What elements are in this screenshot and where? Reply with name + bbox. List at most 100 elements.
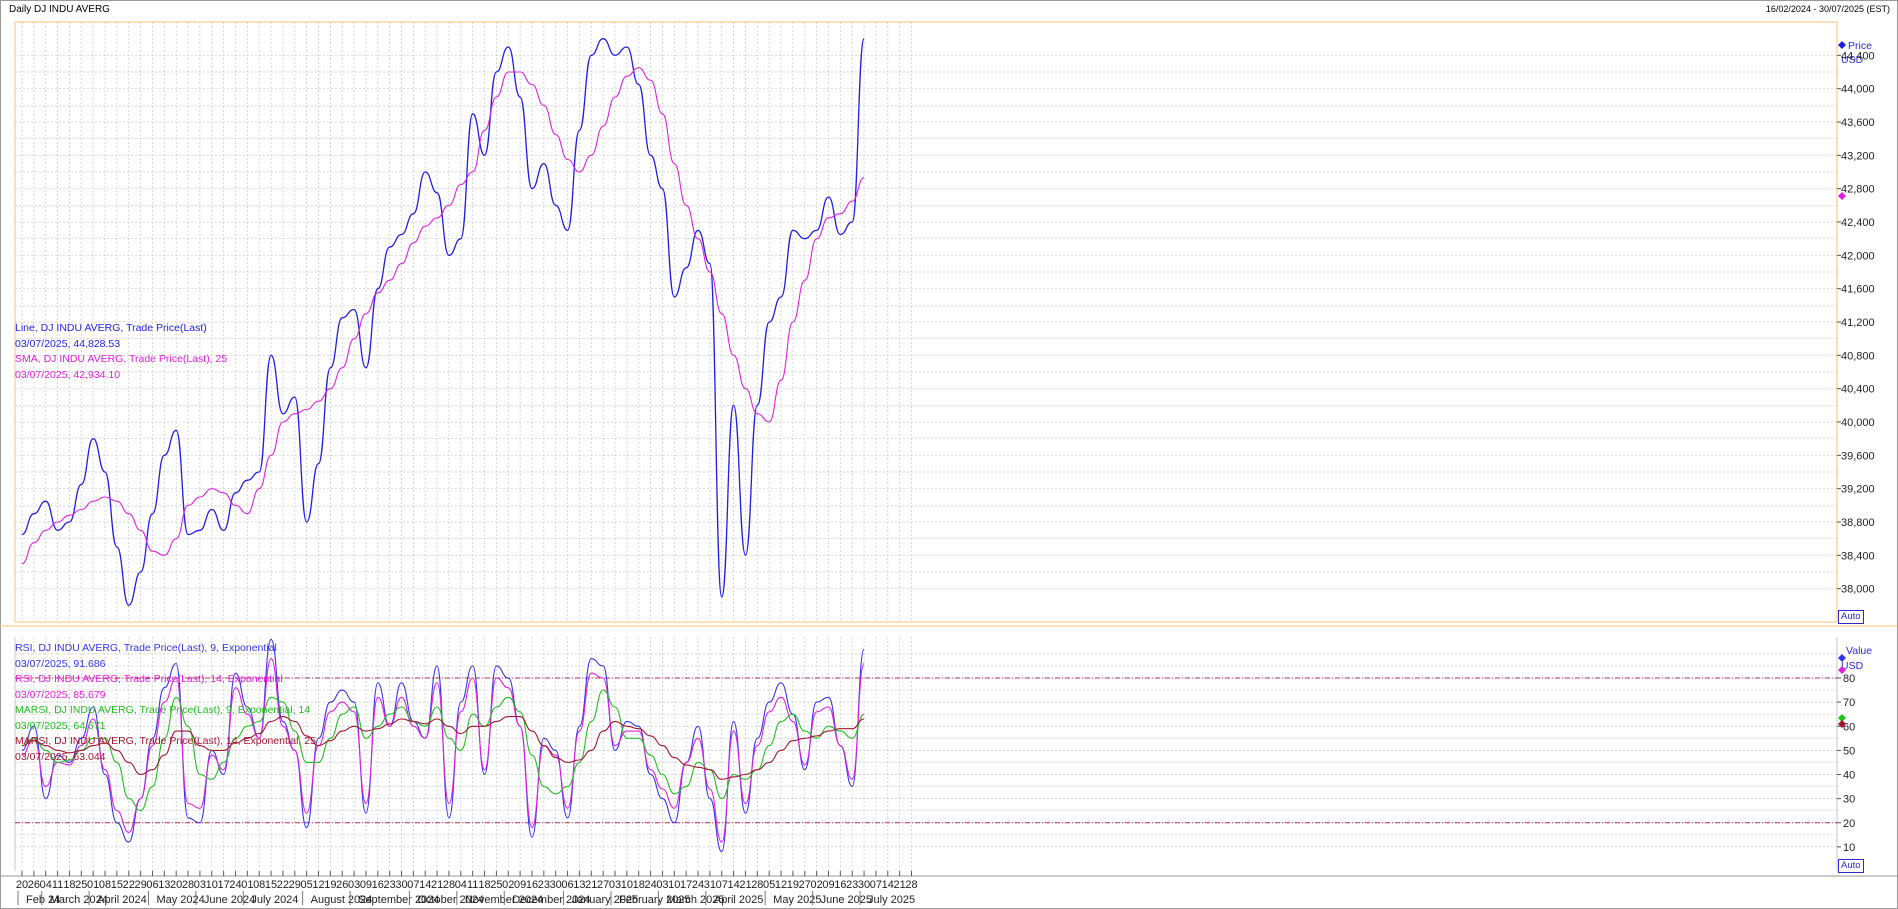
x-day-label: 24: [692, 879, 704, 891]
x-day-label: 27: [799, 879, 811, 891]
indicator-annotation-5: 03/07/2025, 64.671: [15, 719, 106, 732]
price-annotation-2: SMA, DJ INDU AVERG, Trade Price(Last), 2…: [15, 353, 228, 365]
x-day-label: 24: [229, 879, 241, 891]
x-day-label: 16: [526, 879, 538, 891]
x-day-label: 10: [621, 879, 633, 891]
x-day-label: 17: [680, 879, 692, 891]
price-auto-button[interactable]: Auto: [1838, 610, 1864, 624]
y-tick-label: 42,800: [1841, 184, 1875, 196]
x-day-label: 05: [763, 879, 775, 891]
y-tick-label: 44,000: [1841, 84, 1875, 96]
x-month-label: May 2025: [773, 894, 821, 906]
x-day-label: 03: [609, 879, 621, 891]
y-tick-label: 10: [1843, 842, 1855, 854]
x-day-label: 13: [573, 879, 585, 891]
x-day-label: 04: [455, 879, 467, 891]
indicator-annotation-2: RSI, DJ INDU AVERG, Trade Price(Last), 1…: [15, 673, 283, 685]
x-day-label: 07: [716, 879, 728, 891]
y-tick-label: 30: [1843, 794, 1855, 806]
x-day-label: 09: [360, 879, 372, 891]
x-day-label: 07: [870, 879, 882, 891]
indicator-annotation-4: MARSI, DJ INDU AVERG, Trade Price(Last),…: [15, 704, 311, 716]
x-day-label: 18: [633, 879, 645, 891]
x-month-label: April 2024: [97, 894, 147, 906]
y-tick-label: 40,400: [1841, 384, 1875, 396]
y-tick-label: 41,600: [1841, 284, 1875, 296]
x-day-label: 21: [894, 879, 906, 891]
x-day-label: 11: [52, 879, 63, 891]
x-day-label: 10: [206, 879, 218, 891]
x-month-label: April 2025: [714, 894, 764, 906]
x-day-label: 20: [16, 879, 28, 891]
indicator-annotation-7: 03/07/2025, 63.044: [15, 750, 106, 763]
x-day-label: 18: [478, 879, 490, 891]
x-day-label: 02: [810, 879, 822, 891]
x-day-label: 28: [443, 879, 455, 891]
y-tick-label: 38,400: [1841, 550, 1875, 562]
x-day-label: 19: [787, 879, 799, 891]
x-day-label: 21: [739, 879, 751, 891]
x-day-label: 25: [490, 879, 502, 891]
x-day-label: 02: [502, 879, 514, 891]
x-day-label: 06: [561, 879, 573, 891]
y-tick-label: 40,000: [1841, 417, 1875, 429]
x-day-label: 26: [336, 879, 348, 891]
x-day-label: 04: [40, 879, 52, 891]
x-day-label: 26: [28, 879, 40, 891]
y-tick-label: 38,800: [1841, 517, 1875, 529]
x-day-label: 19: [324, 879, 336, 891]
x-day-label: 17: [217, 879, 229, 891]
x-day-label: 03: [194, 879, 206, 891]
x-day-label: 28: [751, 879, 763, 891]
x-day-label: 09: [822, 879, 834, 891]
price-annotation-0: Line, DJ INDU AVERG, Trade Price(Last): [15, 322, 207, 334]
x-day-label: 28: [905, 879, 917, 891]
indicator-annotations: RSI, DJ INDU AVERG, Trade Price(Last), 9…: [15, 641, 316, 765]
x-day-label: 12: [775, 879, 787, 891]
chart-canvas[interactable]: PriceUSD44,40044,00043,60043,20042,80042…: [0, 0, 1898, 909]
indicator-annotation-6: MARSI, DJ INDU AVERG, Trade Price(Last),…: [15, 735, 316, 747]
x-day-label: 23: [846, 879, 858, 891]
price-annotation-3: 03/07/2025, 42,934.10: [15, 368, 121, 381]
x-day-label: 30: [550, 879, 562, 891]
x-month-label: June 2025: [821, 894, 872, 906]
x-day-label: 25: [75, 879, 87, 891]
y-tick-label: 43,200: [1841, 150, 1875, 162]
x-day-label: 16: [834, 879, 846, 891]
y-tick-label: 39,600: [1841, 450, 1875, 462]
x-day-label: 12: [312, 879, 324, 891]
x-day-label: 14: [419, 879, 431, 891]
indicator-series-label: Value: [1846, 645, 1872, 657]
y-tick-label: 50: [1843, 745, 1855, 757]
x-day-label: 05: [301, 879, 313, 891]
indicator-annotation-0: RSI, DJ INDU AVERG, Trade Price(Last), 9…: [15, 642, 277, 654]
indicator-auto-button[interactable]: Auto: [1838, 859, 1864, 873]
x-day-label: 15: [111, 879, 123, 891]
y-tick-label: 39,200: [1841, 484, 1875, 496]
x-day-label: 10: [668, 879, 680, 891]
x-day-label: 06: [146, 879, 158, 891]
x-day-label: 01: [241, 879, 253, 891]
x-month-label: July 2024: [251, 894, 298, 906]
y-tick-label: 80: [1843, 673, 1855, 685]
y-tick-label: 43,600: [1841, 117, 1875, 129]
x-day-label: 28: [182, 879, 194, 891]
price-marker: [1838, 41, 1846, 49]
x-day-label: 11: [467, 879, 478, 891]
y-tick-label: 44,400: [1841, 50, 1875, 62]
x-day-label: 20: [170, 879, 182, 891]
x-day-label: 21: [585, 879, 597, 891]
x-day-label: 29: [134, 879, 146, 891]
x-day-label: 13: [158, 879, 170, 891]
indicator-annotation-3: 03/07/2025, 85.679: [15, 688, 106, 701]
x-day-label: 09: [514, 879, 526, 891]
x-day-label: 22: [123, 879, 135, 891]
price-annotation-1: 03/07/2025, 44,828.53: [15, 337, 121, 350]
x-day-label: 24: [644, 879, 656, 891]
x-day-label: 30: [395, 879, 407, 891]
x-day-label: 14: [882, 879, 894, 891]
x-day-label: 08: [253, 879, 265, 891]
x-day-label: 29: [289, 879, 301, 891]
x-day-label: 01: [87, 879, 99, 891]
x-day-label: 30: [858, 879, 870, 891]
